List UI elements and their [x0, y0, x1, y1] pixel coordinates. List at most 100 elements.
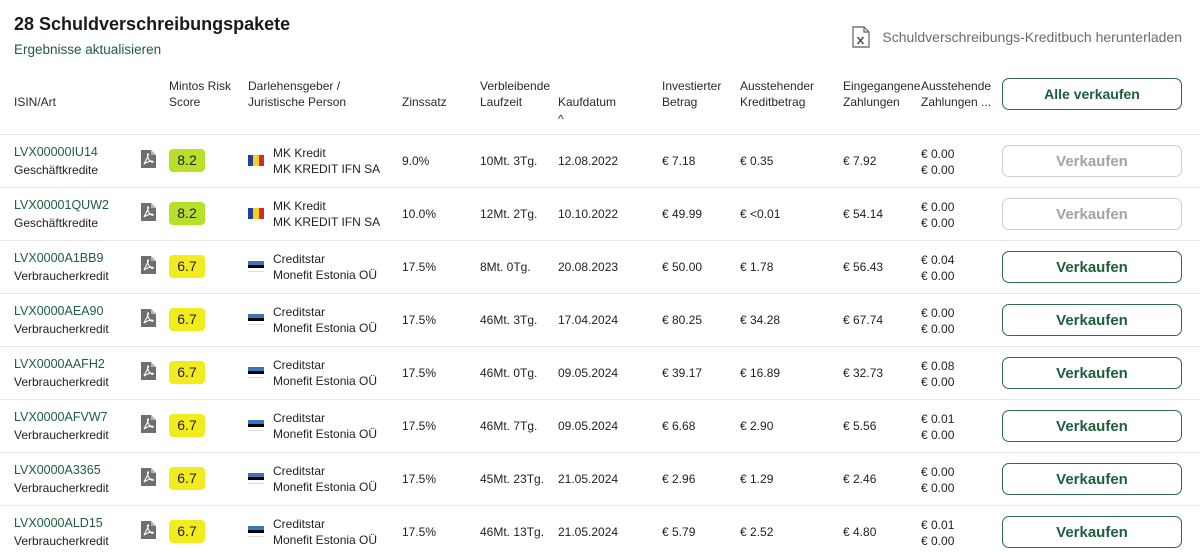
legal-entity: Monefit Estonia OÜ [273, 268, 378, 282]
sell-all-button[interactable]: Alle verkaufen [1002, 78, 1182, 110]
sell-button[interactable]: Verkaufen [1002, 516, 1182, 548]
invested-amount: € 2.96 [662, 472, 696, 486]
table-row: LVX0000AEA90 Verbraucherkredit 6.7 Creditst… [0, 294, 1200, 347]
outstanding-payment-value: € 0.00 [921, 269, 955, 283]
download-loanbook-label: Schuldverschreibungs-Kreditbuch herunter… [882, 29, 1182, 45]
col-header-remaining-term[interactable]: Verbleibende Laufzeit [480, 78, 550, 110]
invested-amount: € 39.17 [662, 366, 703, 380]
col-header-invested-amount[interactable]: Investierter Betrag [662, 78, 721, 110]
lender-cell: Creditstar Monefit Estonia OÜ [273, 304, 377, 336]
isin-link[interactable]: LVX0000A1BB9 [14, 251, 103, 265]
loan-type: Verbraucherkredit [14, 269, 109, 283]
legal-entity: Monefit Estonia OÜ [273, 427, 378, 441]
purchase-date: 10.10.2022 [558, 207, 619, 221]
col-header-received-payments[interactable]: Eingegangene Zahlungen [843, 78, 920, 110]
isin-link[interactable]: LVX00000IU14 [14, 145, 98, 159]
isin-link[interactable]: LVX00001QUW2 [14, 198, 109, 212]
legal-entity: MK KREDIT IFN SA [273, 162, 381, 176]
purchase-date: 21.05.2024 [558, 472, 619, 486]
table-row: LVX0000A3365 Verbraucherkredit 6.7 Creditst… [0, 453, 1200, 506]
isin-link[interactable]: LVX0000AFVW7 [14, 410, 108, 424]
col-header-outstanding-principal[interactable]: Ausstehender Kreditbetrag [740, 78, 814, 110]
remaining-term: 45Mt. 23Tg. [480, 472, 545, 486]
outstanding-payment-value: € 0.01 [921, 518, 955, 532]
outstanding-payments: € 0.08 € 0.00 [921, 358, 954, 390]
received-payments: € 4.80 [843, 525, 877, 539]
romania-flag-icon [248, 155, 264, 166]
outstanding-principal: € 1.29 [740, 472, 774, 486]
lender-name: Creditstar [273, 517, 326, 531]
lender-name: MK Kredit [273, 146, 326, 160]
download-loanbook-link[interactable]: Schuldverschreibungs-Kreditbuch herunter… [852, 26, 1182, 48]
col-header-lender[interactable]: Darlehensgeber / Juristische Person [248, 78, 346, 110]
pdf-document-icon[interactable] [140, 520, 157, 540]
outstanding-principal: € 0.35 [740, 154, 774, 168]
loan-type: Geschäftkredite [14, 163, 99, 177]
outstanding-payment-value: € 0.00 [921, 428, 955, 442]
lender-name: Creditstar [273, 464, 326, 478]
loan-type: Verbraucherkredit [14, 481, 109, 495]
interest-rate: 17.5% [402, 472, 437, 486]
outstanding-payments: € 0.04 € 0.00 [921, 252, 954, 284]
sell-button[interactable]: Verkaufen [1002, 463, 1182, 495]
legal-entity: Monefit Estonia OÜ [273, 480, 378, 494]
isin-link[interactable]: LVX0000ALD15 [14, 516, 103, 530]
col-header-isin[interactable]: ISIN/Art [14, 94, 56, 110]
risk-score-badge: 6.7 [169, 361, 205, 384]
table-row: LVX0000A1BB9 Verbraucherkredit 6.7 Creditst… [0, 241, 1200, 294]
outstanding-payment-value: € 0.00 [921, 375, 955, 389]
interest-rate: 17.5% [402, 366, 437, 380]
sell-button[interactable]: Verkaufen [1002, 251, 1182, 283]
lender-name: Creditstar [273, 305, 326, 319]
outstanding-payment-value: € 0.04 [921, 253, 955, 267]
interest-rate: 17.5% [402, 419, 437, 433]
loan-type: Verbraucherkredit [14, 428, 109, 442]
estonia-flag-icon [248, 526, 264, 538]
outstanding-payment-value: € 0.01 [921, 412, 955, 426]
refresh-results-link[interactable]: Ergebnisse aktualisieren [14, 42, 161, 57]
interest-rate: 9.0% [402, 154, 430, 168]
pdf-document-icon[interactable] [140, 467, 157, 487]
pdf-document-icon[interactable] [140, 149, 157, 169]
interest-rate: 10.0% [402, 207, 437, 221]
sell-button[interactable]: Verkaufen [1002, 357, 1182, 389]
sell-button[interactable]: Verkaufen [1002, 410, 1182, 442]
purchase-date: 20.08.2023 [558, 260, 619, 274]
risk-score-badge: 6.7 [169, 467, 205, 490]
risk-score-badge: 6.7 [169, 308, 205, 331]
received-payments: € 5.56 [843, 419, 877, 433]
invested-amount: € 50.00 [662, 260, 703, 274]
pdf-document-icon[interactable] [140, 361, 157, 381]
isin-link[interactable]: LVX0000AAFH2 [14, 357, 105, 371]
sell-button[interactable]: Verkaufen [1002, 304, 1182, 336]
col-header-purchase-date[interactable]: Kaufdatum [558, 94, 616, 110]
col-header-interest-rate[interactable]: Zinssatz [402, 94, 447, 110]
isin-link[interactable]: LVX0000A3365 [14, 463, 101, 477]
pdf-document-icon[interactable] [140, 255, 157, 275]
outstanding-payment-value: € 0.00 [921, 481, 955, 495]
invested-amount: € 49.99 [662, 207, 703, 221]
remaining-term: 46Mt. 7Tg. [480, 419, 538, 433]
pdf-document-icon[interactable] [140, 308, 157, 328]
isin-link[interactable]: LVX0000AEA90 [14, 304, 103, 318]
legal-entity: Monefit Estonia OÜ [273, 321, 378, 335]
excel-file-icon [852, 26, 871, 48]
risk-score-badge: 6.7 [169, 520, 205, 543]
purchase-date: 17.04.2024 [558, 313, 619, 327]
pdf-document-icon[interactable] [140, 202, 157, 222]
table-row: LVX00001QUW2 Geschäftkredite 8.2 MK Kredit M… [0, 188, 1200, 241]
invested-amount: € 6.68 [662, 419, 696, 433]
risk-score-badge: 6.7 [169, 414, 205, 437]
outstanding-payment-value: € 0.00 [921, 465, 955, 479]
legal-entity: MK KREDIT IFN SA [273, 215, 381, 229]
estonia-flag-icon [248, 367, 264, 379]
outstanding-payments: € 0.01 € 0.00 [921, 517, 954, 549]
col-header-risk-score[interactable]: Mintos Risk Score [169, 78, 231, 110]
col-header-outstanding-payments[interactable]: Ausstehende Zahlungen ... [921, 78, 993, 110]
lender-cell: Creditstar Monefit Estonia OÜ [273, 516, 377, 548]
lender-cell: Creditstar Monefit Estonia OÜ [273, 357, 377, 389]
pdf-document-icon[interactable] [140, 414, 157, 434]
sort-ascending-icon[interactable]: ^ [558, 112, 564, 126]
lender-name: Creditstar [273, 358, 326, 372]
loan-type: Verbraucherkredit [14, 375, 109, 389]
